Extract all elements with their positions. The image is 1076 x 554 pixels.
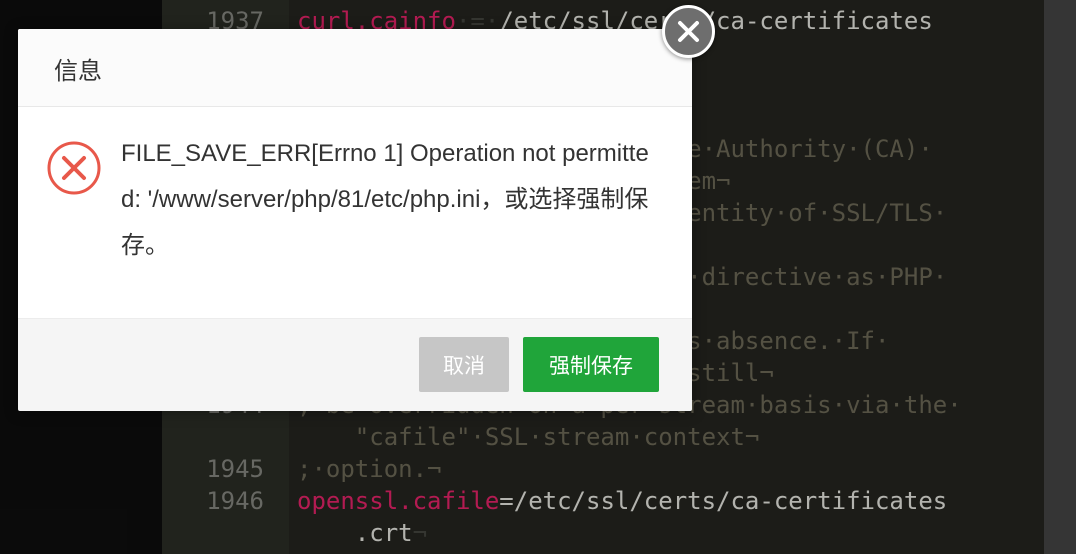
close-icon bbox=[678, 21, 699, 42]
info-dialog: 信息 FILE_SAVE_ERR[Errno 1] Operation not … bbox=[18, 29, 692, 411]
dialog-title: 信息 bbox=[54, 58, 102, 85]
dialog-header: 信息 bbox=[18, 29, 692, 107]
error-message: FILE_SAVE_ERR[Errno 1] Operation not per… bbox=[121, 140, 649, 259]
error-circle-icon bbox=[47, 141, 101, 195]
dialog-body: FILE_SAVE_ERR[Errno 1] Operation not per… bbox=[18, 107, 692, 318]
dialog-footer: 取消 强制保存 bbox=[18, 318, 692, 411]
force-save-button[interactable]: 强制保存 bbox=[523, 337, 659, 392]
close-button[interactable] bbox=[662, 5, 715, 58]
cancel-button[interactable]: 取消 bbox=[419, 337, 509, 392]
